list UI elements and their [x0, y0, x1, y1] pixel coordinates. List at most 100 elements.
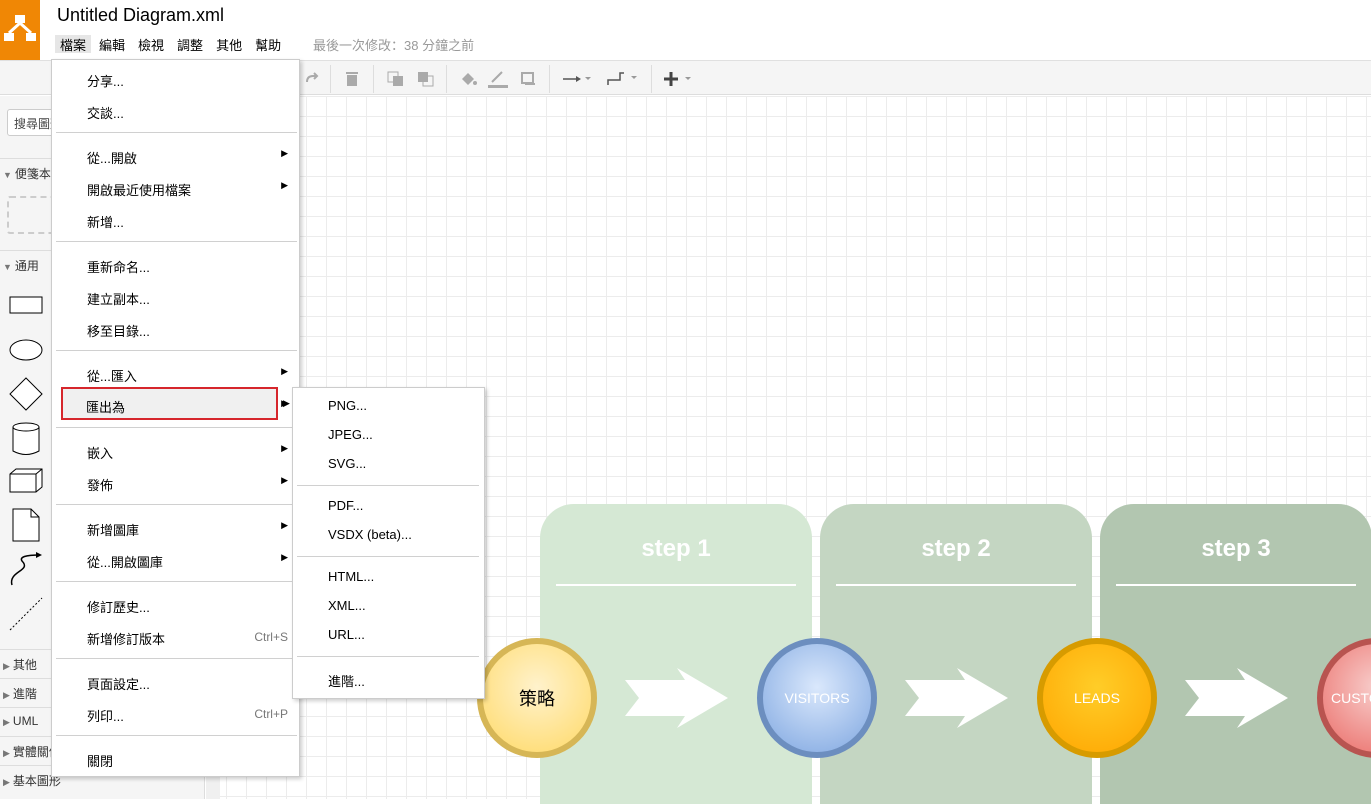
menu-item-new[interactable]: 新增...	[53, 204, 298, 236]
menu-item-move-to-folder[interactable]: 移至目錄...	[53, 313, 298, 345]
export-html[interactable]: HTML...	[294, 559, 484, 587]
step-1-title[interactable]: step 1	[540, 535, 812, 563]
menu-extras[interactable]: 其他	[211, 35, 247, 53]
export-jpeg[interactable]: JPEG...	[294, 417, 484, 445]
app-logo[interactable]	[0, 0, 40, 60]
menu-edit[interactable]: 編輯	[94, 35, 130, 53]
redo-icon[interactable]	[304, 67, 320, 91]
expand-icon: ▶	[3, 690, 10, 700]
last-modified-status[interactable]: 最後一次修改：38 分鐘之前	[313, 35, 474, 54]
expand-icon: ▶	[3, 748, 10, 758]
menu-item-new-version[interactable]: 新增修訂版本 Ctrl+S	[53, 621, 298, 653]
cylinder-shape-icon[interactable]	[10, 421, 42, 457]
export-svg[interactable]: SVG...	[294, 446, 484, 474]
expand-icon: ▶	[3, 777, 10, 787]
toolbar-divider	[651, 65, 652, 93]
menu-item-import-from[interactable]: 從...匯入 ▶	[53, 358, 298, 390]
strategy-circle[interactable]: 策略	[477, 638, 597, 758]
menu-separator	[56, 241, 297, 242]
menu-item-print[interactable]: 列印... Ctrl+P	[53, 698, 298, 730]
diamond-shape-icon[interactable]	[8, 376, 44, 412]
export-url[interactable]: URL...	[294, 617, 484, 645]
header: Untitled Diagram.xml 檔案 編輯 檢視 調整 其他 幫助 最…	[0, 0, 1371, 60]
step-3-title[interactable]: step 3	[1100, 535, 1371, 563]
flow-arrow-1[interactable]	[625, 668, 729, 728]
menu-item-new-library[interactable]: 新增圖庫 ▶	[53, 512, 298, 544]
menu-item-close[interactable]: 關閉	[53, 743, 298, 775]
flow-arrow-3[interactable]	[1185, 668, 1289, 728]
line-color-icon[interactable]	[488, 67, 508, 91]
shortcut-label: Ctrl+P	[254, 707, 288, 721]
visitors-circle[interactable]: VISITORS	[757, 638, 877, 758]
step-2-title[interactable]: step 2	[820, 535, 1092, 563]
submenu-arrow-icon: ▶	[281, 180, 288, 190]
waypoints-icon[interactable]	[606, 67, 640, 91]
export-advanced[interactable]: 進階...	[294, 661, 484, 689]
export-as-label[interactable]: 匯出為	[86, 397, 125, 416]
menu-file[interactable]: 檔案	[55, 35, 92, 53]
cube-shape-icon[interactable]	[8, 468, 44, 494]
menu-item-chat[interactable]: 交談...	[53, 95, 298, 127]
to-front-icon[interactable]	[387, 67, 405, 91]
step-2-divider	[836, 584, 1076, 586]
menu-separator	[297, 656, 479, 657]
menu-separator	[56, 132, 297, 133]
menu-separator	[56, 350, 297, 351]
flow-arrow-2[interactable]	[905, 668, 1009, 728]
export-pdf[interactable]: PDF...	[294, 488, 484, 516]
insert-icon[interactable]	[664, 67, 696, 91]
leads-circle[interactable]: LEADS	[1037, 638, 1157, 758]
menu-item-revision-history[interactable]: 修訂歷史...	[53, 589, 298, 621]
rectangle-shape-icon[interactable]	[8, 294, 44, 316]
toolbar-divider	[446, 65, 447, 93]
export-vsdx[interactable]: VSDX (beta)...	[294, 517, 484, 545]
to-back-icon[interactable]	[417, 67, 435, 91]
export-xml[interactable]: XML...	[294, 588, 484, 616]
menu-separator	[56, 658, 297, 659]
curve-shape-icon[interactable]	[8, 551, 44, 587]
menu-item-open-library-from[interactable]: 從...開啟圖庫 ▶	[53, 544, 298, 576]
expand-icon: ▶	[3, 661, 10, 671]
menu-item-open-from[interactable]: 從...開啟 ▶	[53, 140, 298, 172]
menu-arrange[interactable]: 調整	[172, 35, 208, 53]
line-shape-icon[interactable]	[8, 596, 44, 632]
menu-separator	[56, 735, 297, 736]
menu-separator	[56, 581, 297, 582]
toolbar-divider	[373, 65, 374, 93]
menu-item-embed[interactable]: 嵌入 ▶	[53, 435, 298, 467]
menu-item-rename[interactable]: 重新命名...	[53, 249, 298, 281]
submenu-arrow-icon: ▶	[281, 552, 288, 562]
document-title[interactable]: Untitled Diagram.xml	[57, 5, 224, 26]
submenu-arrow-icon: ▶	[281, 366, 288, 376]
expand-icon: ▶	[3, 717, 10, 727]
collapse-icon: ▼	[3, 262, 12, 272]
connection-style-icon[interactable]	[562, 67, 594, 91]
menu-separator	[297, 556, 479, 557]
menu-item-share[interactable]: 分享...	[53, 63, 298, 95]
menu-item-page-setup[interactable]: 頁面設定...	[53, 666, 298, 698]
step-1-divider	[556, 584, 796, 586]
shortcut-label: Ctrl+S	[254, 630, 288, 644]
delete-icon[interactable]	[344, 67, 360, 91]
menu-item-open-recent[interactable]: 開啟最近使用檔案 ▶	[53, 172, 298, 204]
menubar: 檔案 編輯 檢視 調整 其他 幫助	[55, 35, 289, 53]
submenu-arrow-icon: ▶	[281, 443, 288, 453]
submenu-arrow-icon: ▶	[281, 148, 288, 158]
toolbar-divider	[330, 65, 331, 93]
menu-view[interactable]: 檢視	[133, 35, 169, 53]
ellipse-shape-icon[interactable]	[8, 338, 44, 362]
menu-help[interactable]: 幫助	[250, 35, 286, 53]
export-png[interactable]: PNG...	[294, 388, 484, 416]
menu-separator	[297, 485, 479, 486]
shadow-icon[interactable]	[520, 67, 538, 91]
fill-color-icon[interactable]	[459, 67, 477, 91]
menu-item-publish[interactable]: 發佈 ▶	[53, 467, 298, 499]
menu-separator	[56, 427, 297, 428]
menu-item-make-copy[interactable]: 建立副本...	[53, 281, 298, 313]
document-shape-icon[interactable]	[12, 508, 40, 542]
export-submenu: PNG... JPEG... SVG... PDF... VSDX (beta)…	[292, 387, 485, 699]
submenu-arrow-icon: ▶	[281, 475, 288, 485]
submenu-arrow-icon: ▶	[281, 520, 288, 530]
step-3-divider	[1116, 584, 1356, 586]
diagram-logo-icon	[4, 15, 36, 41]
